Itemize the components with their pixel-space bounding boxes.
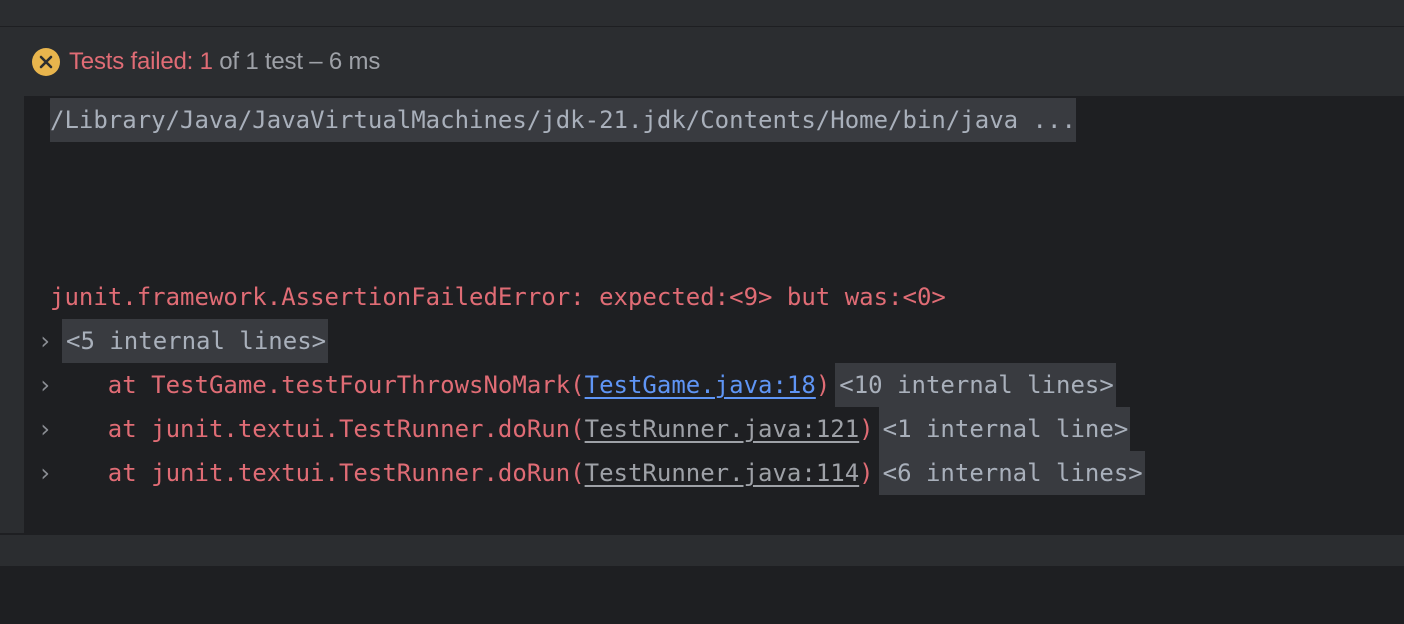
chevron-right-icon[interactable]: › (35, 363, 55, 407)
java-command-line[interactable]: /Library/Java/JavaVirtualMachines/jdk-21… (50, 98, 1076, 142)
source-link[interactable]: TestGame.java:18 (585, 363, 816, 407)
stack-frame-row[interactable]: › at TestGame.testFourThrowsNoMark(TestG… (38, 363, 1116, 407)
left-gutter (0, 27, 24, 533)
chevron-right-icon[interactable]: › (35, 451, 55, 495)
chevron-right-icon[interactable]: › (35, 319, 55, 363)
bottom-status-bar (0, 533, 1404, 566)
error-message: junit.framework.AssertionFailedError: ex… (50, 283, 946, 311)
stack-frame-close: ) (859, 415, 874, 443)
fold-row[interactable]: › <5 internal lines> (38, 319, 329, 363)
internal-lines-fold[interactable]: <6 internal lines> (878, 451, 1145, 495)
stack-frame-text: at junit.textui.TestRunner.doRun( (50, 415, 585, 443)
stack-frame-row[interactable]: › at junit.textui.TestRunner.doRun(TestR… (38, 451, 1145, 495)
stack-frame-text: at TestGame.testFourThrowsNoMark( (50, 371, 585, 399)
internal-lines-fold[interactable]: <5 internal lines> (62, 319, 329, 363)
stack-frame-text: at junit.textui.TestRunner.doRun( (50, 459, 585, 487)
source-link[interactable]: TestRunner.java:114 (585, 451, 860, 495)
internal-lines-fold[interactable]: <1 internal line> (878, 407, 1131, 451)
status-middle: of 1 test – (212, 47, 329, 75)
stack-frame-row[interactable]: › at junit.textui.TestRunner.doRun(TestR… (38, 407, 1131, 451)
chevron-right-icon[interactable]: › (35, 407, 55, 451)
fail-circle-x-icon (32, 47, 60, 76)
test-status-bar: Tests failed: 1 of 1 test – 6 ms (24, 27, 1404, 96)
tool-window-header (0, 0, 1404, 26)
stack-frame-close: ) (859, 459, 874, 487)
source-link[interactable]: TestRunner.java:121 (585, 407, 860, 451)
status-prefix: Tests failed: (69, 47, 200, 75)
console-output[interactable]: /Library/Java/JavaVirtualMachines/jdk-21… (24, 96, 1404, 533)
failed-count: 1 (199, 47, 213, 75)
stack-frame-close: ) (815, 371, 831, 399)
test-status-text: Tests failed: 1 of 1 test – 6 ms (69, 48, 380, 76)
internal-lines-fold[interactable]: <10 internal lines> (835, 363, 1116, 407)
error-line: junit.framework.AssertionFailedError: ex… (50, 275, 946, 319)
duration: 6 ms (328, 47, 381, 75)
